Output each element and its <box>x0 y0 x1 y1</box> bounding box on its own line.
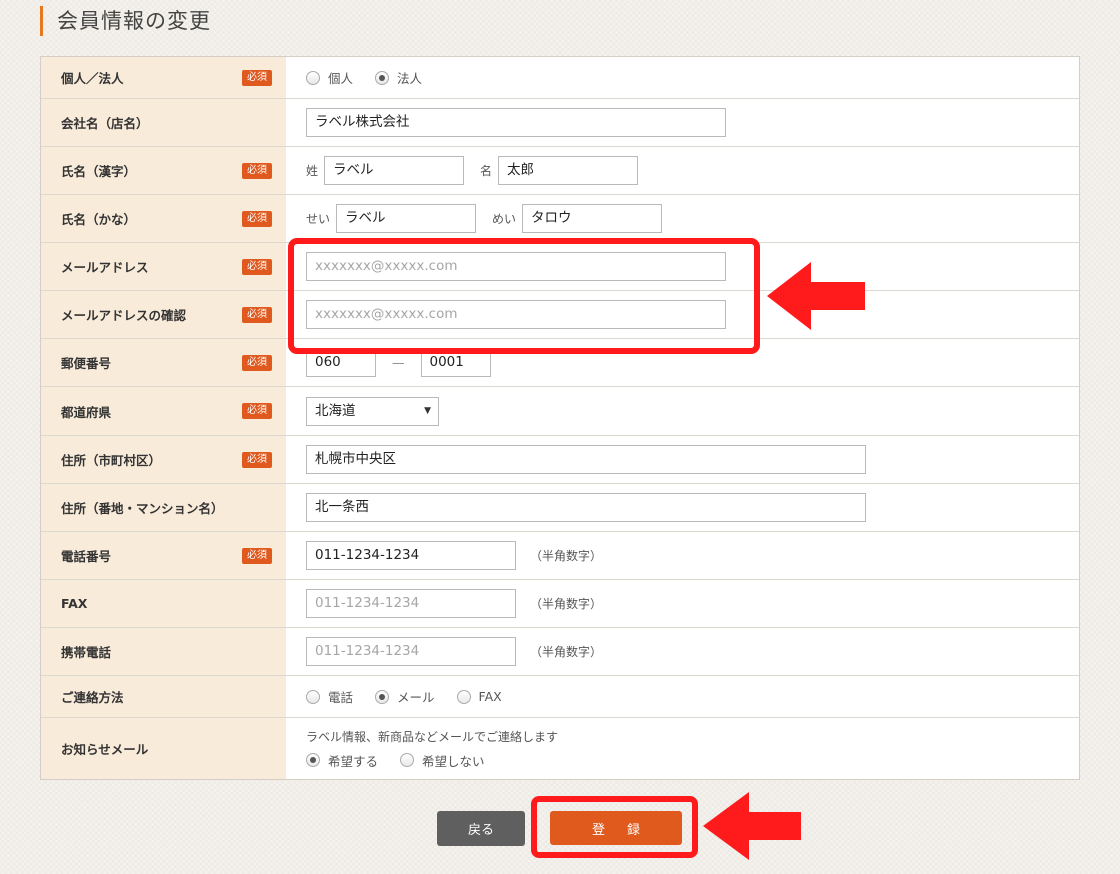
row-newsletter: お知らせメール ラベル情報、新商品などメールでご連絡します 希望する 希望しない <box>41 718 1079 779</box>
arrow-left-icon <box>767 262 865 330</box>
row-company: 会社名（店名） ラベル株式会社 <box>41 99 1079 147</box>
row-address-city: 住所（市町村区） 必須 札幌市中央区 <box>41 436 1079 484</box>
row-address-street: 住所（番地・マンション名） 北一条西 <box>41 484 1079 532</box>
radio-individual[interactable]: 個人 <box>306 68 353 87</box>
radio-contact-email[interactable]: メール <box>375 687 435 706</box>
row-entity-type: 個人／法人 必須 個人 法人 <box>41 57 1079 99</box>
page-title: 会員情報の変更 <box>40 6 211 36</box>
radio-contact-phone[interactable]: 電話 <box>306 687 353 706</box>
prefecture-select[interactable]: 北海道 ▼ <box>306 396 439 426</box>
required-badge: 必須 <box>242 258 272 275</box>
radio-newsletter-yes[interactable]: 希望する <box>306 751 378 770</box>
radio-icon[interactable] <box>306 70 320 85</box>
email-highlight-box <box>288 238 760 354</box>
row-fax: FAX 011-1234-1234 （半角数字） <box>41 580 1079 628</box>
postal-separator: — <box>392 355 405 370</box>
required-badge: 必須 <box>242 69 272 86</box>
dropdown-arrow-icon[interactable]: ▼ <box>424 406 431 416</box>
radio-contact-fax[interactable]: FAX <box>456 689 502 704</box>
required-badge: 必須 <box>242 451 272 468</box>
required-badge: 必須 <box>242 403 272 419</box>
phone-input[interactable]: 011-1234-1234 <box>306 541 516 570</box>
back-button[interactable]: 戻る <box>437 811 525 846</box>
row-phone: 電話番号 必須 011-1234-1234 （半角数字） <box>41 532 1079 580</box>
required-badge: 必須 <box>242 306 272 323</box>
company-name-input[interactable]: ラベル株式会社 <box>306 108 726 137</box>
address-city-input[interactable]: 札幌市中央区 <box>306 445 866 474</box>
row-contact-method: ご連絡方法 電話 メール FAX <box>41 676 1079 718</box>
required-badge: 必須 <box>242 162 272 179</box>
address-street-input[interactable]: 北一条西 <box>306 493 866 522</box>
row-prefecture: 都道府県 必須 北海道 ▼ <box>41 387 1079 436</box>
radio-icon[interactable] <box>456 689 471 704</box>
newsletter-description: ラベル情報、新商品などメールでご連絡します <box>306 729 559 744</box>
radio-corporation[interactable]: 法人 <box>375 68 422 87</box>
mobile-input[interactable]: 011-1234-1234 <box>306 637 516 666</box>
radio-selected-icon[interactable] <box>375 689 390 704</box>
radio-selected-icon[interactable] <box>306 753 320 767</box>
radio-selected-icon[interactable] <box>375 70 390 85</box>
required-badge: 必須 <box>242 547 272 564</box>
radio-icon[interactable] <box>400 753 415 767</box>
arrow-left-icon <box>703 792 801 860</box>
first-name-kana-input[interactable]: タロウ <box>522 204 663 233</box>
row-name-kanji: 氏名（漢字） 必須 姓 ラベル 名 太郎 <box>41 147 1079 195</box>
row-name-kana: 氏名（かな） 必須 せい ラベル めい タロウ <box>41 195 1079 243</box>
radio-newsletter-no[interactable]: 希望しない <box>400 751 485 770</box>
row-mobile: 携帯電話 011-1234-1234 （半角数字） <box>41 628 1079 676</box>
member-form: 個人／法人 必須 個人 法人 会社名（店名） ラベル株式会社 氏名（漢字） 必須 姓… <box>40 56 1080 780</box>
radio-icon[interactable] <box>306 689 320 704</box>
last-name-kana-input[interactable]: ラベル <box>336 204 477 233</box>
required-badge: 必須 <box>242 354 272 371</box>
last-name-kanji-input[interactable]: ラベル <box>324 156 465 185</box>
first-name-kanji-input[interactable]: 太郎 <box>498 156 639 185</box>
required-badge: 必須 <box>242 210 272 227</box>
fax-input[interactable]: 011-1234-1234 <box>306 589 516 618</box>
submit-button[interactable]: 登録 <box>550 811 682 845</box>
